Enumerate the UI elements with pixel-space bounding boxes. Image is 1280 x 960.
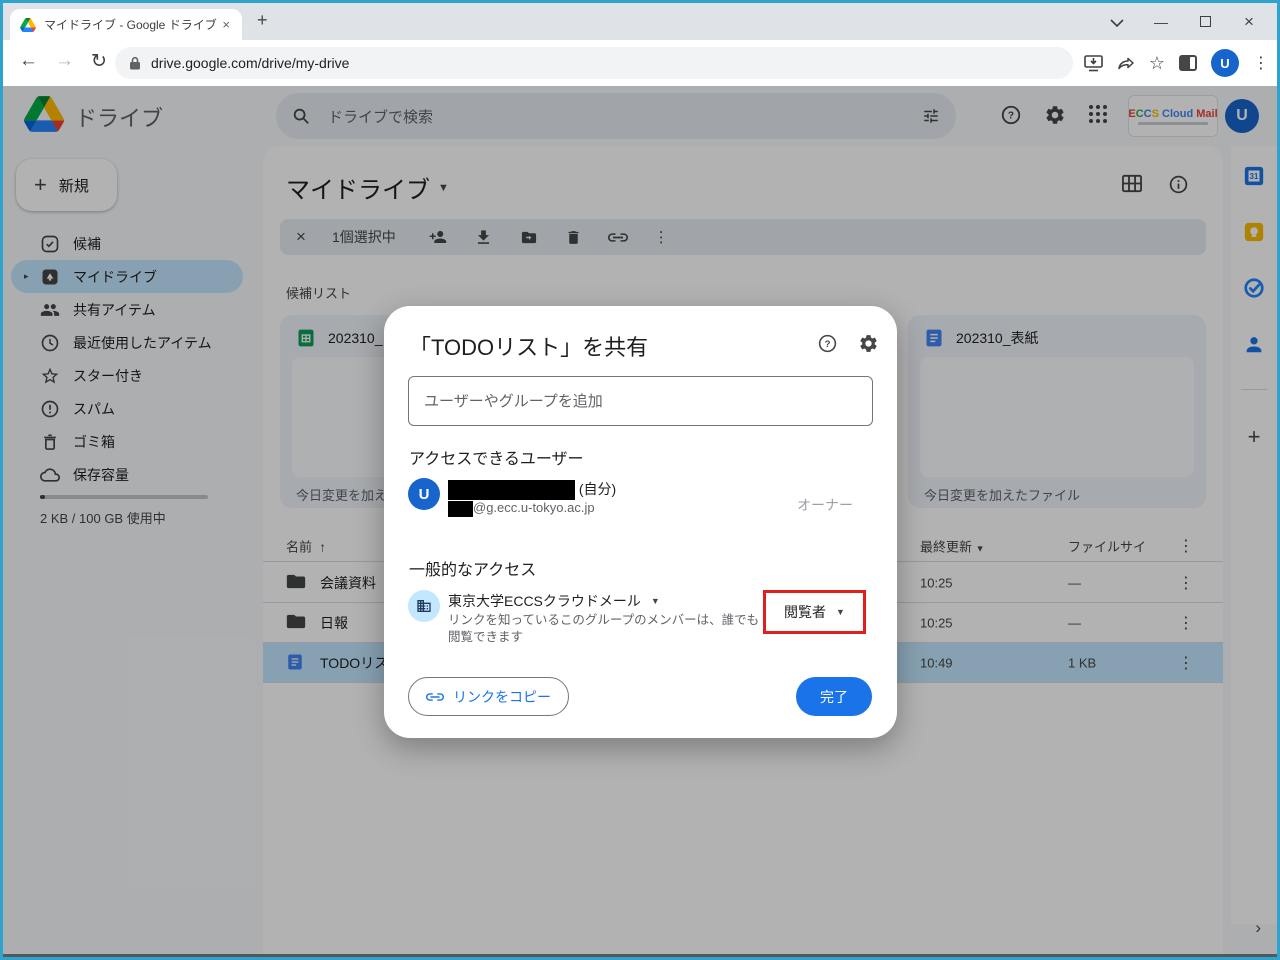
owner-name: (自分) (448, 479, 616, 501)
tab-title: マイドライブ - Google ドライブ (44, 18, 217, 32)
owner-email: @g.ecc.u-tokyo.ac.jp (448, 500, 595, 517)
maximize-button[interactable] (1183, 14, 1227, 30)
lock-icon (129, 56, 141, 70)
link-icon (426, 692, 444, 702)
browser-profile-avatar[interactable]: U (1211, 49, 1239, 77)
caret-down-icon: ▼ (836, 607, 845, 617)
browser-tab[interactable]: マイドライブ - Google ドライブ × (10, 9, 242, 40)
tab-close-icon[interactable]: × (218, 17, 234, 32)
close-window-button[interactable]: × (1227, 12, 1271, 32)
owner-role-label: オーナー (797, 497, 853, 513)
forward-icon[interactable]: → (55, 50, 74, 72)
owner-avatar: U (408, 478, 440, 510)
done-button[interactable]: 完了 (796, 677, 872, 716)
group-access-description: リンクを知っているこのグループのメンバーは、誰でも閲覧できます (448, 613, 760, 644)
drive-app: ドライブ ドライブで検索 ? ECCS Cloud Mail U + 新規 候補… (3, 86, 1277, 954)
address-bar[interactable]: drive.google.com/drive/my-drive (115, 47, 1073, 79)
drive-favicon-icon (20, 17, 36, 32)
add-people-input[interactable] (408, 376, 873, 426)
dialog-help-icon[interactable]: ? (817, 333, 838, 354)
redacted-name (448, 480, 575, 501)
access-heading: アクセスできるユーザー (409, 451, 584, 468)
new-tab-button[interactable]: + (257, 10, 268, 31)
role-dropdown-highlighted[interactable]: 閲覧者 ▼ (763, 590, 866, 634)
general-access-heading: 一般的なアクセス (409, 562, 537, 579)
browser-titlebar: マイドライブ - Google ドライブ × + — × (3, 3, 1277, 40)
side-panel-icon[interactable] (1179, 55, 1197, 71)
redacted-email (448, 500, 473, 517)
minimize-button[interactable]: — (1139, 14, 1183, 30)
dialog-settings-icon[interactable] (858, 333, 879, 354)
reload-icon[interactable]: ↻ (91, 50, 107, 73)
group-avatar (408, 590, 440, 622)
building-icon (416, 598, 432, 614)
bookmark-star-icon[interactable]: ☆ (1149, 53, 1165, 74)
svg-text:?: ? (825, 339, 831, 350)
browser-toolbar: ← → ↻ drive.google.com/drive/my-drive ☆ … (3, 40, 1277, 86)
dialog-title: 「TODOリスト」を共有 (409, 335, 649, 360)
browser-window: マイドライブ - Google ドライブ × + — × ← → ↻ drive… (0, 0, 1280, 960)
url-text: drive.google.com/drive/my-drive (151, 55, 350, 71)
tab-search-icon[interactable] (1095, 14, 1139, 30)
group-access-name[interactable]: 東京大学ECCSクラウドメール ▼ (448, 591, 660, 611)
caret-down-icon: ▼ (650, 596, 660, 606)
share-icon[interactable] (1117, 55, 1135, 71)
share-dialog: 「TODOリスト」を共有 ? アクセスできるユーザー U (自分) @g.ecc… (384, 306, 897, 738)
copy-link-button[interactable]: リンクをコピー (408, 677, 569, 716)
window-bottom-edge (3, 954, 1277, 957)
install-icon[interactable] (1084, 54, 1103, 72)
browser-menu-icon[interactable]: ⋮ (1253, 53, 1269, 73)
back-icon[interactable]: ← (19, 50, 38, 72)
